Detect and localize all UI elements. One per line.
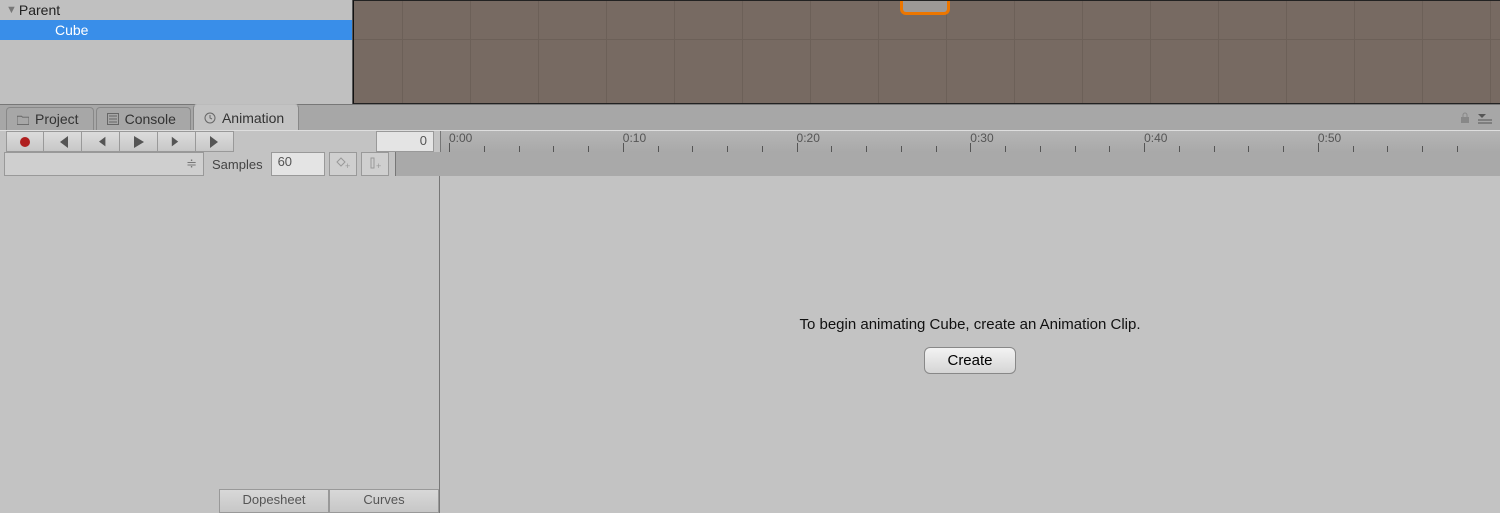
ruler-tick [1457,146,1458,152]
ruler-tick [762,146,763,152]
ruler-tick-major [449,143,450,152]
play-button[interactable] [120,131,158,152]
tab-animation-label: Animation [222,110,284,126]
svg-text:+: + [376,161,381,171]
ruler-tick-major [970,143,971,152]
scene-selected-cube[interactable] [900,0,950,15]
ruler-tick [588,146,589,152]
dopesheet-label: Dopesheet [243,492,306,507]
ruler-tick [901,146,902,152]
ruler-label: 0:40 [1144,131,1167,145]
ruler-tick [1248,146,1249,152]
ruler-tick [1179,146,1180,152]
curves-label: Curves [363,492,404,507]
folder-icon [17,113,29,125]
tab-console-label: Console [125,111,176,127]
scene-view[interactable] [353,0,1500,104]
hierarchy-item-cube[interactable]: Cube [0,20,352,40]
ruler-tick [727,146,728,152]
ruler-label: 0:10 [623,131,646,145]
ruler-tick-major [1144,143,1145,152]
clock-icon [204,112,216,124]
ruler-label: 0:30 [970,131,993,145]
ruler-tick [1283,146,1284,152]
ruler-tick [831,146,832,152]
animation-toolbar: 0 0:00 0:10 0:20 0:30 0:40 0:50 [0,130,1500,152]
add-keyframe-button[interactable]: + [329,152,357,176]
ruler-tick-major [1318,143,1319,152]
goto-first-frame-button[interactable] [44,131,82,152]
ruler-tick [866,146,867,152]
ruler-tick [936,146,937,152]
animation-toolbar-2: ≑ Samples 60 + + [0,152,1500,176]
console-icon [107,113,119,125]
lock-icon[interactable] [1460,112,1470,124]
ruler-tick [484,146,485,152]
ruler-tick-major [797,143,798,152]
add-event-button[interactable]: + [361,152,389,176]
timeline-ruler[interactable]: 0:00 0:10 0:20 0:30 0:40 0:50 [440,131,1500,152]
hierarchy-parent-label: Parent [19,2,60,18]
create-clip-button[interactable]: Create [924,347,1015,374]
goto-last-frame-button[interactable] [196,131,234,152]
ruler-tick [553,146,554,152]
samples-value: 60 [278,154,292,169]
clip-dropdown[interactable]: ≑ [4,152,204,176]
svg-text:+: + [345,161,350,171]
ruler-label: 0:50 [1318,131,1341,145]
ruler-tick [1214,146,1215,152]
current-frame-field[interactable]: 0 [376,131,434,152]
timeline-track-header [395,152,1500,176]
ruler-tick [1422,146,1423,152]
ruler-tick [1040,146,1041,152]
ruler-tick [1005,146,1006,152]
ruler-tick [658,146,659,152]
create-clip-prompt: To begin animating Cube, create an Anima… [799,316,1140,333]
property-list-panel: Dopesheet Curves [0,176,440,513]
ruler-tick [1387,146,1388,152]
tab-project-label: Project [35,111,79,127]
ruler-tick [1353,146,1354,152]
ruler-tick [1109,146,1110,152]
ruler-tick [1075,146,1076,152]
timeline-area: To begin animating Cube, create an Anima… [440,176,1500,513]
panel-menu-icon[interactable] [1478,114,1492,124]
dropdown-chevron-icon: ≑ [186,156,197,172]
tab-project[interactable]: Project [6,107,94,130]
ruler-tick-major [623,143,624,152]
curves-tab[interactable]: Curves [329,489,439,513]
current-frame-value: 0 [420,133,427,148]
panel-tabstrip: Project Console Animation [0,104,1500,130]
dopesheet-tab[interactable]: Dopesheet [219,489,329,513]
ruler-tick [692,146,693,152]
tab-animation[interactable]: Animation [193,104,299,130]
hierarchy-item-parent[interactable]: ▼ Parent [0,0,352,20]
ruler-label: 0:00 [449,131,472,145]
hierarchy-panel: ▼ Parent Cube [0,0,353,104]
samples-field[interactable]: 60 [271,152,325,176]
tab-console[interactable]: Console [96,107,191,130]
hierarchy-child-label: Cube [55,22,88,38]
ruler-label: 0:20 [797,131,820,145]
ruler-tick [519,146,520,152]
samples-label: Samples [212,157,263,172]
record-button[interactable] [6,131,44,152]
prev-keyframe-button[interactable] [82,131,120,152]
create-button-label: Create [947,352,992,369]
foldout-icon[interactable]: ▼ [6,4,17,16]
next-keyframe-button[interactable] [158,131,196,152]
